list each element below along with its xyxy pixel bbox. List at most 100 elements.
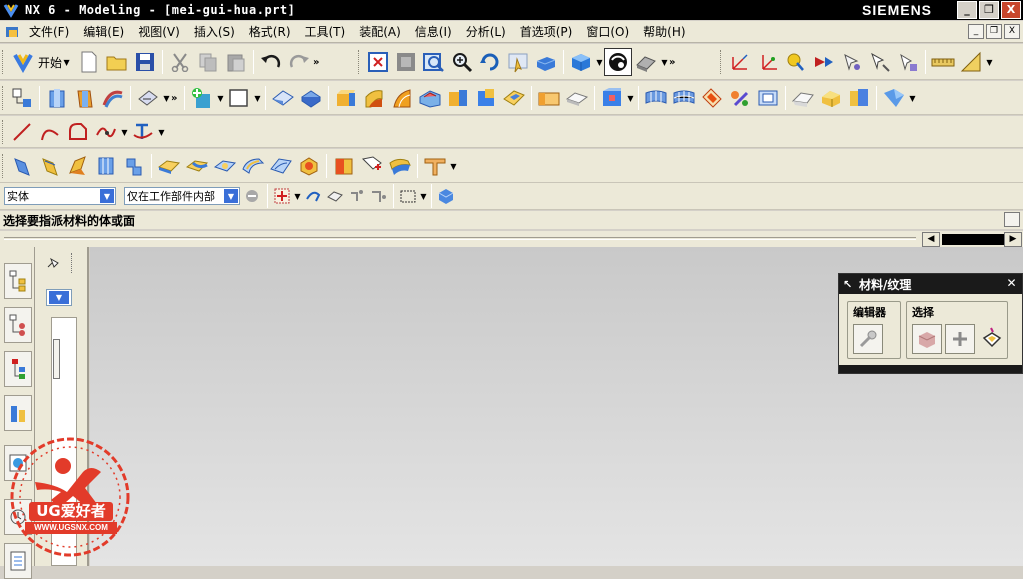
more-icon[interactable]: » bbox=[171, 93, 181, 104]
offset-face-icon[interactable] bbox=[754, 84, 782, 112]
chevron-down-icon[interactable]: ▼ bbox=[157, 128, 166, 137]
menu-insert[interactable]: 插入(S) bbox=[187, 23, 242, 40]
nx-app-icon[interactable] bbox=[3, 2, 19, 18]
scroll-left-icon[interactable]: ◀ bbox=[922, 232, 940, 247]
toolbar-grip[interactable] bbox=[2, 120, 5, 144]
more-icon[interactable]: » bbox=[313, 57, 323, 68]
zoom-window-icon[interactable] bbox=[392, 48, 420, 76]
select-icon[interactable] bbox=[838, 48, 866, 76]
fit-icon[interactable] bbox=[364, 48, 392, 76]
pan-icon[interactable] bbox=[504, 48, 532, 76]
n-sided-icon[interactable] bbox=[92, 152, 120, 180]
menu-view[interactable]: 视图(V) bbox=[131, 23, 187, 40]
part-navigator-tab[interactable] bbox=[4, 351, 32, 387]
cue-options-icon[interactable] bbox=[1004, 212, 1020, 227]
menu-window[interactable]: 窗口(O) bbox=[579, 23, 636, 40]
boss-icon[interactable] bbox=[416, 84, 444, 112]
slot-icon[interactable] bbox=[500, 84, 528, 112]
assembly-navigator-tab[interactable] bbox=[4, 263, 32, 299]
text-icon[interactable] bbox=[129, 118, 157, 146]
close-button[interactable]: X bbox=[1001, 1, 1021, 19]
shading-style-icon[interactable] bbox=[632, 48, 660, 76]
pad-icon[interactable] bbox=[472, 84, 500, 112]
menu-analysis[interactable]: 分析(L) bbox=[459, 23, 513, 40]
close-icon[interactable]: ✕ bbox=[1004, 276, 1019, 291]
menu-edit[interactable]: 编辑(E) bbox=[76, 23, 131, 40]
layer-icon[interactable] bbox=[782, 48, 810, 76]
through-curves-icon[interactable] bbox=[670, 84, 698, 112]
wcs-icon[interactable] bbox=[726, 48, 754, 76]
undo-icon[interactable] bbox=[257, 48, 285, 76]
menu-assemblies[interactable]: 装配(A) bbox=[352, 23, 408, 40]
zoom-icon[interactable] bbox=[420, 48, 448, 76]
chamfer-icon[interactable] bbox=[211, 152, 239, 180]
snap-face-icon[interactable] bbox=[324, 182, 346, 210]
menu-preferences[interactable]: 首选项(P) bbox=[513, 23, 580, 40]
analysis-icon[interactable] bbox=[929, 48, 957, 76]
scroll-thumb[interactable] bbox=[942, 234, 1004, 245]
trim-icon[interactable] bbox=[726, 84, 754, 112]
measure-icon[interactable] bbox=[810, 48, 838, 76]
blend-icon[interactable] bbox=[880, 84, 908, 112]
toolbar-grip[interactable] bbox=[358, 50, 361, 74]
cut-icon[interactable] bbox=[166, 48, 194, 76]
wcs-orient-icon[interactable] bbox=[754, 48, 782, 76]
ruled-icon[interactable] bbox=[36, 152, 64, 180]
face-blend-icon[interactable] bbox=[183, 152, 211, 180]
new-icon[interactable] bbox=[75, 48, 103, 76]
menu-tools[interactable]: 工具(T) bbox=[298, 23, 353, 40]
sphere-icon[interactable] bbox=[360, 84, 388, 112]
chevron-down-icon[interactable]: ▼ bbox=[626, 94, 635, 103]
chevron-down-icon[interactable]: ▼ bbox=[908, 94, 917, 103]
redo-icon[interactable] bbox=[285, 48, 313, 76]
toolbar-grip[interactable] bbox=[720, 50, 723, 74]
studio-surface-icon[interactable] bbox=[120, 152, 148, 180]
scroll-right-icon[interactable]: ▶ bbox=[1004, 232, 1022, 247]
draft-icon[interactable] bbox=[789, 84, 817, 112]
block-icon[interactable] bbox=[269, 84, 297, 112]
distance-icon[interactable] bbox=[894, 48, 922, 76]
chevron-down-icon[interactable]: ▼ bbox=[419, 192, 428, 201]
menu-help[interactable]: 帮助(H) bbox=[636, 23, 692, 40]
cylinder-icon[interactable] bbox=[297, 84, 325, 112]
sweep-icon[interactable] bbox=[99, 84, 127, 112]
edge-display-icon[interactable] bbox=[604, 48, 632, 76]
pin-icon[interactable] bbox=[46, 257, 60, 269]
save-icon[interactable] bbox=[131, 48, 159, 76]
toolbar-grip[interactable] bbox=[2, 86, 5, 110]
doc-close-button[interactable]: X bbox=[1004, 24, 1020, 39]
pin-icon[interactable]: ↖ bbox=[843, 278, 859, 291]
rotate-icon[interactable] bbox=[476, 48, 504, 76]
toolbar-grip[interactable] bbox=[2, 50, 5, 74]
deselect-icon[interactable] bbox=[302, 182, 324, 210]
chevron-down-icon[interactable]: ▼ bbox=[660, 58, 669, 67]
color-icon[interactable] bbox=[866, 48, 894, 76]
sewing-icon[interactable] bbox=[698, 84, 726, 112]
blend-corner-icon[interactable] bbox=[239, 152, 267, 180]
reuse-library-tab[interactable] bbox=[4, 395, 32, 431]
chevron-down-icon[interactable]: ▼ bbox=[253, 94, 262, 103]
doc-restore-button[interactable]: ❐ bbox=[986, 24, 1002, 39]
menu-information[interactable]: 信息(I) bbox=[408, 23, 459, 40]
tube-icon[interactable] bbox=[386, 152, 414, 180]
soft-blend-icon[interactable] bbox=[267, 152, 295, 180]
through-curve-mesh-icon[interactable] bbox=[64, 152, 92, 180]
spline-icon[interactable] bbox=[92, 118, 120, 146]
open-icon[interactable] bbox=[103, 48, 131, 76]
nx-menu-icon[interactable] bbox=[4, 24, 22, 40]
doc-minimize-button[interactable]: _ bbox=[968, 24, 984, 39]
general-filter-icon[interactable] bbox=[240, 182, 264, 210]
minimize-button[interactable]: _ bbox=[957, 1, 977, 19]
feature-select-icon[interactable] bbox=[271, 182, 293, 210]
select-body-icon[interactable] bbox=[435, 182, 457, 210]
datum-icon[interactable] bbox=[134, 84, 162, 112]
shell-icon[interactable] bbox=[817, 84, 845, 112]
fillet-curve-icon[interactable] bbox=[64, 118, 92, 146]
perspective-icon[interactable] bbox=[532, 48, 560, 76]
add-material-button[interactable] bbox=[945, 324, 975, 354]
scope-filter-select[interactable]: 仅在工作部件内部 ▼ bbox=[124, 187, 240, 205]
material-editor-button[interactable] bbox=[853, 324, 883, 354]
magnify-icon[interactable] bbox=[448, 48, 476, 76]
sketch-icon[interactable] bbox=[225, 84, 253, 112]
mesh-icon[interactable] bbox=[598, 84, 626, 112]
